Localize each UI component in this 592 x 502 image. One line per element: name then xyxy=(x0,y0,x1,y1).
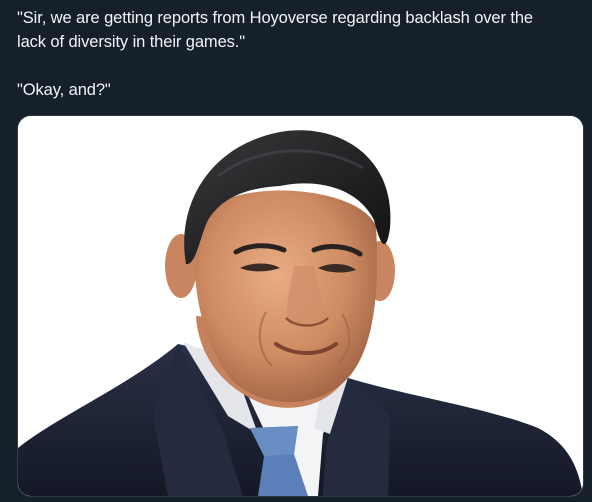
post-media-image[interactable] xyxy=(17,115,584,497)
post-text-line-1: "Sir, we are getting reports from Hoyove… xyxy=(17,9,534,27)
post-text-gap xyxy=(17,54,582,78)
post-text: "Sir, we are getting reports from Hoyove… xyxy=(17,6,582,102)
post: "Sir, we are getting reports from Hoyove… xyxy=(0,0,592,502)
post-text-line-2: lack of diversity in their games." xyxy=(17,33,246,51)
portrait-illustration xyxy=(18,116,583,496)
post-text-line-3: "Okay, and?" xyxy=(17,81,111,99)
